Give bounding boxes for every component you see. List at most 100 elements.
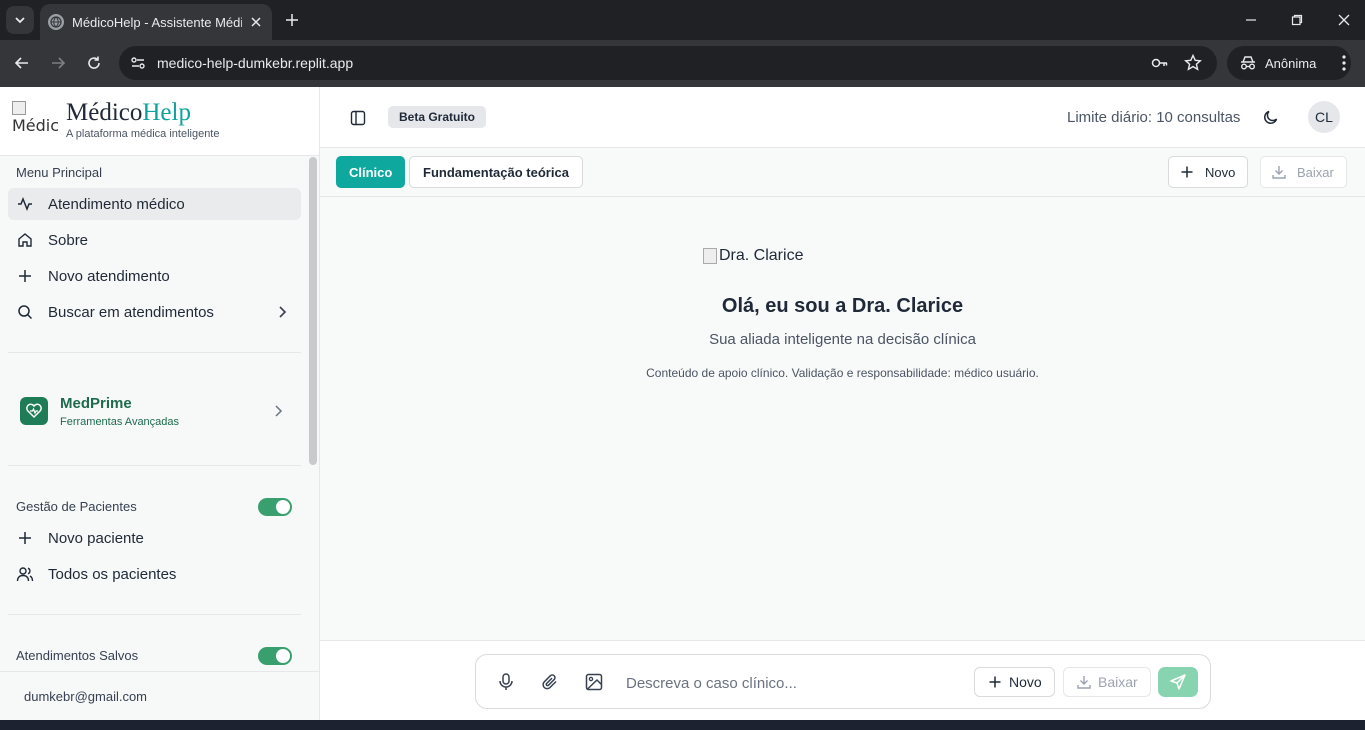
brand-tagline: A plataforma médica inteligente bbox=[66, 128, 220, 140]
assistant-avatar-image: Dra. Clarice bbox=[703, 247, 803, 265]
sidebar-item-label: Novo paciente bbox=[48, 529, 144, 547]
disclaimer-note: Conteúdo de apoio clínico. Validação e r… bbox=[646, 366, 1039, 380]
beta-badge: Beta Gratuito bbox=[388, 106, 487, 128]
chevron-right-icon bbox=[273, 303, 291, 321]
more-vertical-icon bbox=[1342, 55, 1346, 71]
sidebar-item-label: Sobre bbox=[48, 231, 89, 249]
browser-tab[interactable]: MédicoHelp - Assistente Médico bbox=[40, 4, 272, 40]
users-icon bbox=[16, 565, 34, 583]
arrow-left-icon bbox=[14, 57, 28, 69]
image-icon[interactable] bbox=[584, 672, 604, 692]
mode-tabs-bar: Clínico Fundamentação teórica Novo Baixa… bbox=[320, 148, 1365, 197]
avatar[interactable]: CL bbox=[1308, 101, 1340, 133]
sidebar-item-label: Novo atendimento bbox=[48, 267, 170, 285]
sidebar-divider bbox=[8, 465, 301, 466]
composer-area: Novo Baixar bbox=[320, 640, 1365, 720]
download-icon bbox=[1271, 164, 1287, 180]
reload-button[interactable] bbox=[83, 52, 105, 74]
os-taskbar bbox=[0, 720, 1365, 730]
logo-image: Médic bbox=[12, 101, 58, 137]
patients-section-title: Gestão de Pacientes bbox=[16, 499, 137, 514]
password-key-icon[interactable] bbox=[1151, 54, 1169, 72]
send-button[interactable] bbox=[1158, 667, 1198, 697]
welcome-subtitle: Sua aliada inteligente na decisão clínic… bbox=[709, 331, 976, 348]
minimize-icon bbox=[1246, 19, 1256, 21]
close-window-button[interactable] bbox=[1334, 10, 1354, 30]
activity-icon bbox=[16, 195, 34, 213]
paperclip-icon[interactable] bbox=[540, 672, 560, 692]
tab-clinico[interactable]: Clínico bbox=[336, 156, 406, 188]
new-button-label: Novo bbox=[1205, 164, 1236, 180]
restore-icon bbox=[1291, 14, 1303, 26]
browser-menu-button[interactable] bbox=[1336, 52, 1352, 74]
medprime-name: MedPrime bbox=[60, 394, 132, 412]
brand-name-part1: Médico bbox=[66, 99, 143, 126]
incognito-profile-button[interactable]: Anônima bbox=[1227, 46, 1351, 80]
back-button[interactable] bbox=[11, 52, 33, 74]
search-icon bbox=[16, 303, 34, 321]
tab-fundamentacao-teorica[interactable]: Fundamentação teórica bbox=[409, 156, 583, 188]
composer-download-button[interactable]: Baixar bbox=[1063, 667, 1151, 697]
forward-button[interactable] bbox=[47, 52, 69, 74]
saved-section-toggle[interactable] bbox=[258, 647, 292, 665]
address-bar[interactable]: medico-help-dumkebr.replit.app bbox=[119, 46, 1217, 80]
brand-name: MédicoHelp bbox=[66, 99, 191, 127]
tab-title: MédicoHelp - Assistente Médico bbox=[72, 14, 242, 30]
chevron-right-icon bbox=[269, 402, 287, 420]
tab-search-button[interactable] bbox=[6, 6, 34, 34]
case-description-input[interactable] bbox=[626, 673, 966, 693]
panel-left-icon bbox=[350, 110, 366, 126]
broken-image-icon bbox=[12, 101, 26, 115]
url-text: medico-help-dumkebr.replit.app bbox=[157, 55, 354, 71]
new-button[interactable]: Novo bbox=[1168, 156, 1249, 188]
microphone-icon[interactable] bbox=[496, 672, 516, 692]
composer-new-label: Novo bbox=[1009, 674, 1042, 690]
chevron-down-icon bbox=[15, 17, 25, 24]
restore-window-button[interactable] bbox=[1287, 10, 1307, 30]
sidebar-footer: dumkebr@gmail.com bbox=[0, 671, 319, 720]
reload-icon bbox=[88, 56, 100, 69]
welcome-title: Olá, eu sou a Dra. Clarice bbox=[721, 295, 964, 317]
top-header: Beta Gratuito Limite diário: 10 consulta… bbox=[320, 87, 1365, 148]
app-root: Médic MédicoHelp A plataforma médica int… bbox=[0, 87, 1365, 720]
close-icon bbox=[1338, 14, 1350, 26]
main-panel: Beta Gratuito Limite diário: 10 consulta… bbox=[320, 87, 1365, 720]
minimize-window-button[interactable] bbox=[1241, 10, 1261, 30]
sidebar-item-label: Buscar em atendimentos bbox=[48, 303, 214, 321]
composer-download-label: Baixar bbox=[1098, 674, 1138, 690]
sidebar-item-novo-paciente[interactable]: Novo paciente bbox=[8, 522, 301, 554]
plus-icon bbox=[16, 267, 34, 285]
send-icon bbox=[1170, 674, 1186, 690]
download-button[interactable]: Baixar bbox=[1260, 156, 1347, 188]
message-composer: Novo Baixar bbox=[475, 654, 1211, 709]
site-settings-icon[interactable] bbox=[129, 54, 147, 72]
bookmark-star-icon[interactable] bbox=[1184, 54, 1202, 72]
sidebar-item-atendimento-medico[interactable]: Atendimento médico bbox=[8, 188, 301, 220]
sidebar-item-label: Todos os pacientes bbox=[48, 565, 177, 583]
toggle-sidebar-button[interactable] bbox=[348, 108, 368, 128]
plus-icon bbox=[987, 674, 1003, 690]
new-tab-button[interactable] bbox=[282, 10, 302, 30]
composer-new-button[interactable]: Novo bbox=[974, 667, 1055, 697]
download-icon bbox=[1076, 674, 1092, 690]
home-icon bbox=[16, 231, 34, 249]
close-tab-icon[interactable] bbox=[248, 14, 264, 30]
sidebar-item-buscar[interactable]: Buscar em atendimentos bbox=[8, 296, 301, 328]
brand-header: Médic MédicoHelp A plataforma médica int… bbox=[0, 87, 319, 156]
sidebar-item-sobre[interactable]: Sobre bbox=[8, 224, 301, 256]
incognito-icon bbox=[1241, 56, 1255, 70]
sidebar-divider bbox=[8, 352, 301, 353]
sidebar: Médic MédicoHelp A plataforma médica int… bbox=[0, 87, 320, 720]
sidebar-item-todos-pacientes[interactable]: Todos os pacientes bbox=[8, 558, 301, 590]
plus-icon bbox=[16, 529, 34, 547]
patients-section-toggle[interactable] bbox=[258, 498, 292, 516]
globe-icon bbox=[48, 14, 64, 30]
daily-limit-text: Limite diário: 10 consultas bbox=[1067, 109, 1241, 126]
sidebar-divider bbox=[8, 614, 301, 615]
sidebar-item-novo-atendimento[interactable]: Novo atendimento bbox=[8, 260, 301, 292]
browser-toolbar: medico-help-dumkebr.replit.app Anônima bbox=[0, 40, 1365, 87]
medprime-link[interactable]: MedPrime Ferramentas Avançadas bbox=[8, 383, 301, 439]
sidebar-scrollbar[interactable] bbox=[309, 157, 317, 465]
theme-toggle-button[interactable] bbox=[1262, 108, 1280, 126]
download-button-label: Baixar bbox=[1297, 164, 1334, 180]
